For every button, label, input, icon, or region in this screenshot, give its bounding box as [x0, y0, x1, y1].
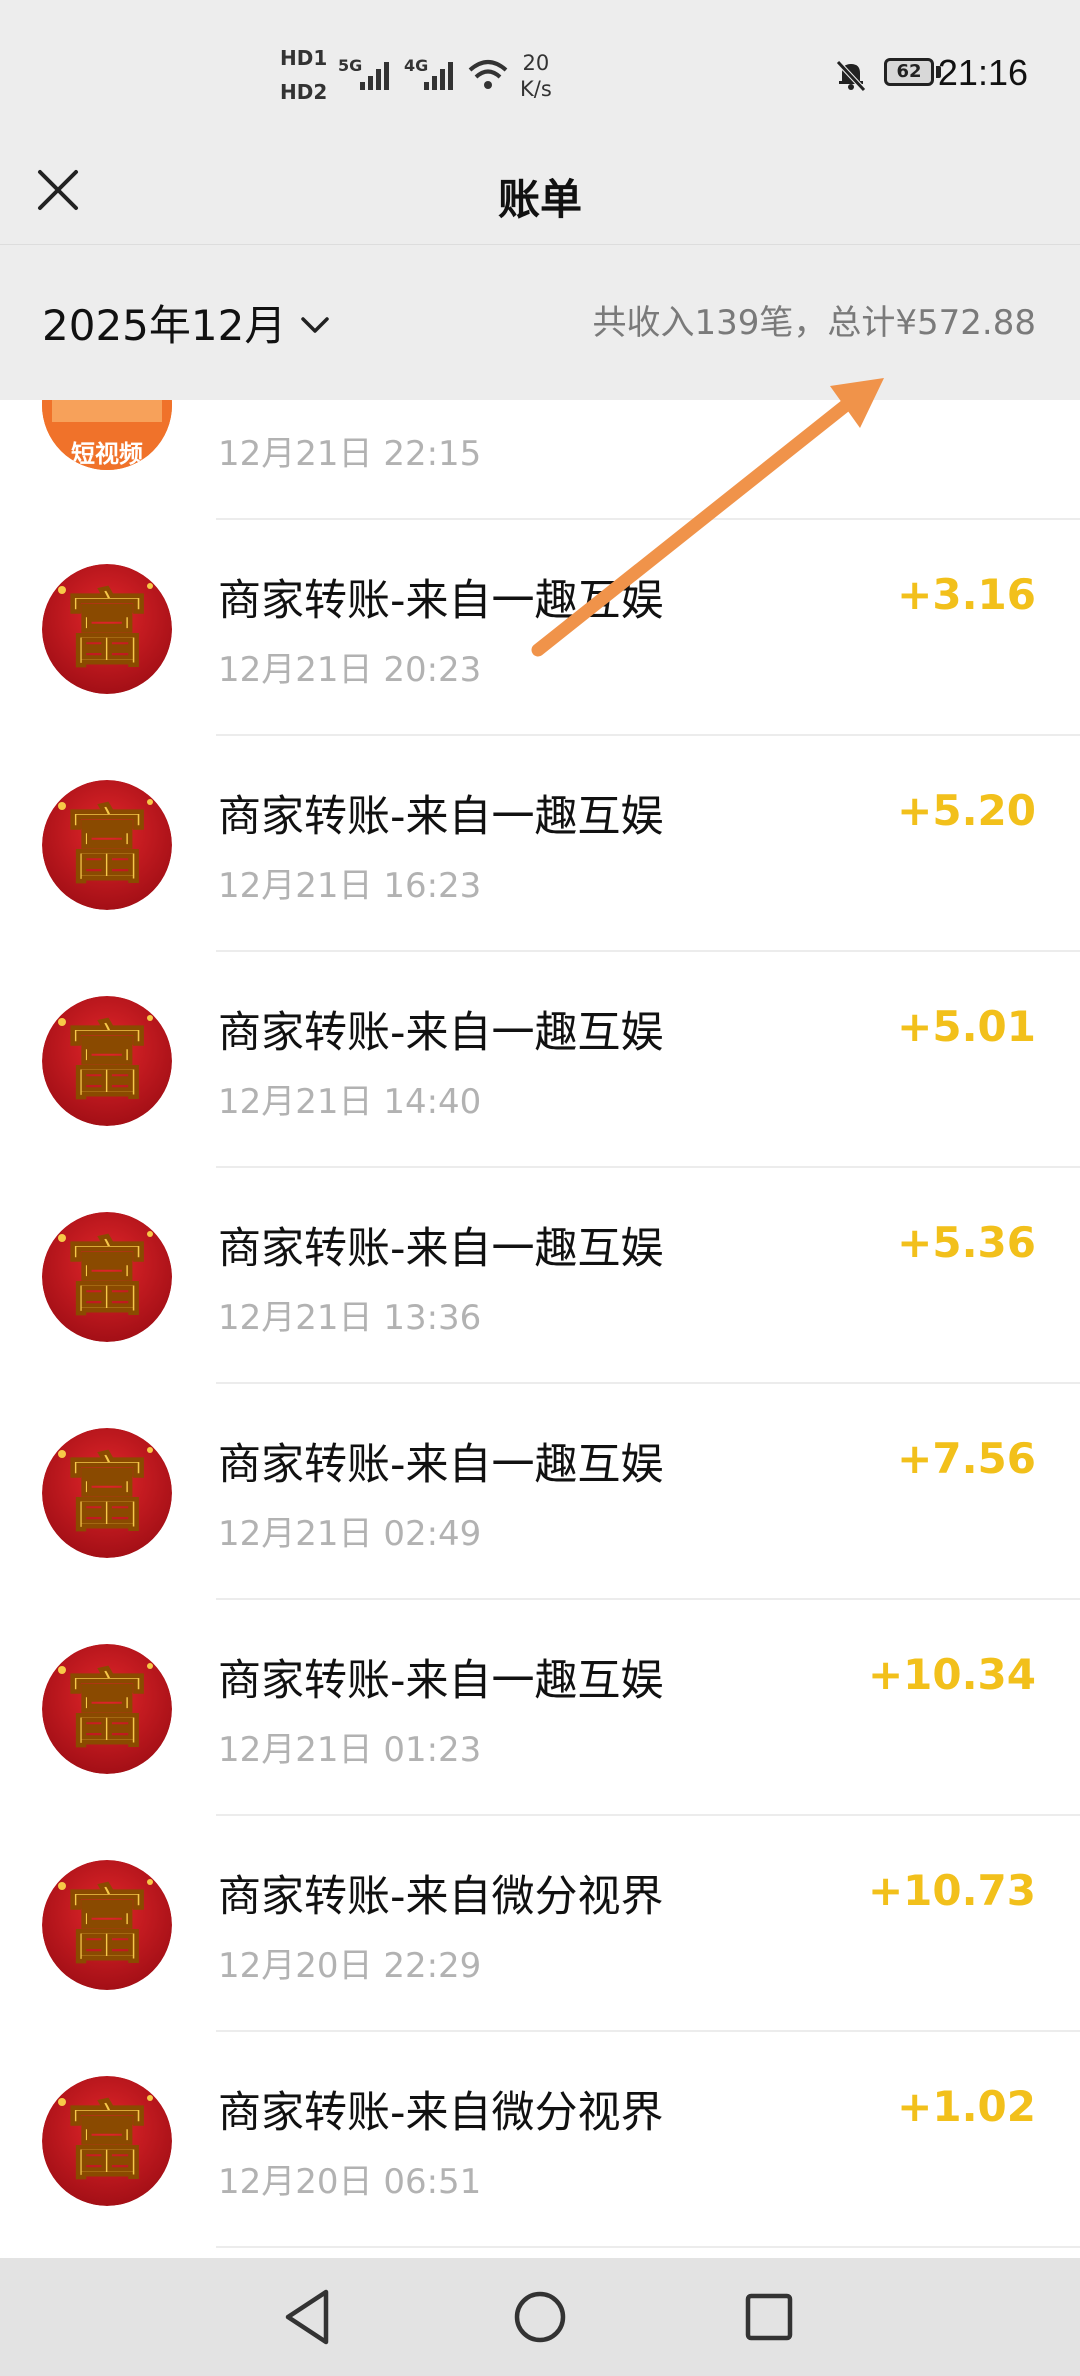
transaction-title: 商家转账-来自一趣互娱	[218, 1440, 664, 1490]
hd2-indicator: HD2	[280, 80, 328, 104]
signal-icon	[360, 62, 389, 90]
transaction-time: 12月21日 01:23	[218, 1730, 482, 1770]
transaction-time: 12月21日 14:40	[218, 1082, 482, 1122]
month-label: 2025年12月	[42, 300, 287, 350]
clock: 21:16	[937, 52, 1028, 93]
transaction-time: 12月20日 06:51	[218, 2162, 482, 2202]
transaction-amount: +10.34	[867, 1650, 1036, 1699]
merchant-avatar: 富	[42, 564, 172, 694]
home-icon[interactable]	[505, 2282, 575, 2352]
transaction-time: 12月21日 13:36	[218, 1298, 482, 1338]
transaction-time: 12月21日 22:15	[218, 434, 482, 474]
transaction-title: 商家转账-来自微分视界	[218, 1872, 664, 1922]
income-summary: 共收入139笔，总计¥572.88	[592, 303, 1037, 343]
merchant-avatar: 富	[42, 1428, 172, 1558]
merchant-avatar: 富	[42, 2076, 172, 2206]
battery-icon: 62	[884, 58, 934, 86]
list-item[interactable]: 富 商家转账-来自一趣互娱 12月21日 14:40 +5.01	[0, 952, 1080, 1168]
transaction-amount: +5.20	[897, 786, 1036, 835]
bell-muted-icon	[836, 60, 866, 92]
filter-bar: 2025年12月 共收入139笔，总计¥572.88	[0, 245, 1080, 400]
fortune-glyph: 富	[66, 1878, 148, 1974]
transaction-time: 12月21日 16:23	[218, 866, 482, 906]
fortune-glyph: 富	[66, 1662, 148, 1758]
back-icon[interactable]	[274, 2282, 344, 2352]
merchant-avatar: 富	[42, 1860, 172, 1990]
fortune-glyph: 富	[66, 1446, 148, 1542]
transaction-title: 商家转账-来自一趣互娱	[218, 576, 664, 626]
transaction-amount: +10.73	[867, 1866, 1036, 1915]
fortune-glyph: 富	[66, 2094, 148, 2190]
list-item-partial[interactable]: 短视频 12月21日 22:15	[0, 400, 1080, 520]
page-title: 账单	[497, 175, 582, 224]
list-item[interactable]: 富 商家转账-来自一趣互娱 12月21日 02:49 +7.56	[0, 1384, 1080, 1600]
list-item[interactable]: 富 商家转账-来自一趣互娱 12月21日 20:23 +3.16	[0, 520, 1080, 736]
transaction-time: 12月21日 20:23	[218, 650, 482, 690]
status-bar: HD1 HD2 5G 4G 20 K/s 62 21:16	[0, 0, 1080, 140]
recents-icon[interactable]	[734, 2282, 804, 2352]
speed-unit: K/s	[520, 77, 552, 101]
list-item[interactable]: 富 商家转账-来自微分视界 12月20日 06:51 +1.02	[0, 2032, 1080, 2248]
list-item[interactable]: 富 商家转账-来自微分视界 12月20日 22:29 +10.73	[0, 1816, 1080, 2032]
signal-icon-2	[424, 62, 453, 90]
network-speed: 20 K/s	[520, 50, 552, 102]
fortune-glyph: 富	[66, 798, 148, 894]
fortune-glyph: 富	[66, 1014, 148, 1110]
wifi-icon	[468, 60, 508, 89]
transaction-time: 12月21日 02:49	[218, 1514, 482, 1554]
transaction-title: 商家转账-来自微分视界	[218, 2088, 664, 2138]
list-item[interactable]: 富 商家转账-来自一趣互娱 12月21日 16:23 +5.20	[0, 736, 1080, 952]
transaction-time: 12月20日 22:29	[218, 1946, 482, 1986]
net-5g-label: 5G	[338, 56, 363, 75]
transaction-title: 商家转账-来自一趣互娱	[218, 792, 664, 842]
app-header: 账单	[0, 140, 1080, 245]
transaction-title: 商家转账-来自一趣互娱	[218, 1224, 664, 1274]
month-picker[interactable]: 2025年12月	[42, 287, 330, 357]
fortune-glyph: 富	[66, 582, 148, 678]
merchant-avatar: 富	[42, 780, 172, 910]
speed-value: 20	[522, 51, 550, 75]
merchant-avatar: 富	[42, 1644, 172, 1774]
transaction-amount: +3.16	[897, 570, 1036, 619]
transaction-amount: +1.02	[897, 2082, 1036, 2131]
transaction-amount: +7.56	[897, 1434, 1036, 1483]
avatar-text: 短视频	[71, 440, 143, 468]
merchant-avatar: 富	[42, 996, 172, 1126]
hd1-indicator: HD1	[280, 46, 328, 70]
divider	[216, 2246, 1080, 2248]
system-navigation-bar	[0, 2258, 1080, 2376]
merchant-avatar: 富	[42, 1212, 172, 1342]
transaction-list[interactable]: 短视频 12月21日 22:15 富 商家转账-来自一趣互娱 12月21日 20…	[0, 400, 1080, 2258]
transaction-title: 商家转账-来自一趣互娱	[218, 1008, 664, 1058]
list-item[interactable]: 富 商家转账-来自一趣互娱 12月21日 01:23 +10.34	[0, 1600, 1080, 1816]
transaction-amount: +5.36	[897, 1218, 1036, 1267]
chevron-down-icon	[301, 317, 330, 333]
transaction-amount: +5.01	[897, 1002, 1036, 1051]
transaction-title: 商家转账-来自一趣互娱	[218, 1656, 664, 1706]
list-item[interactable]: 富 商家转账-来自一趣互娱 12月21日 13:36 +5.36	[0, 1168, 1080, 1384]
merchant-avatar: 短视频	[42, 400, 172, 470]
fortune-glyph: 富	[66, 1230, 148, 1326]
